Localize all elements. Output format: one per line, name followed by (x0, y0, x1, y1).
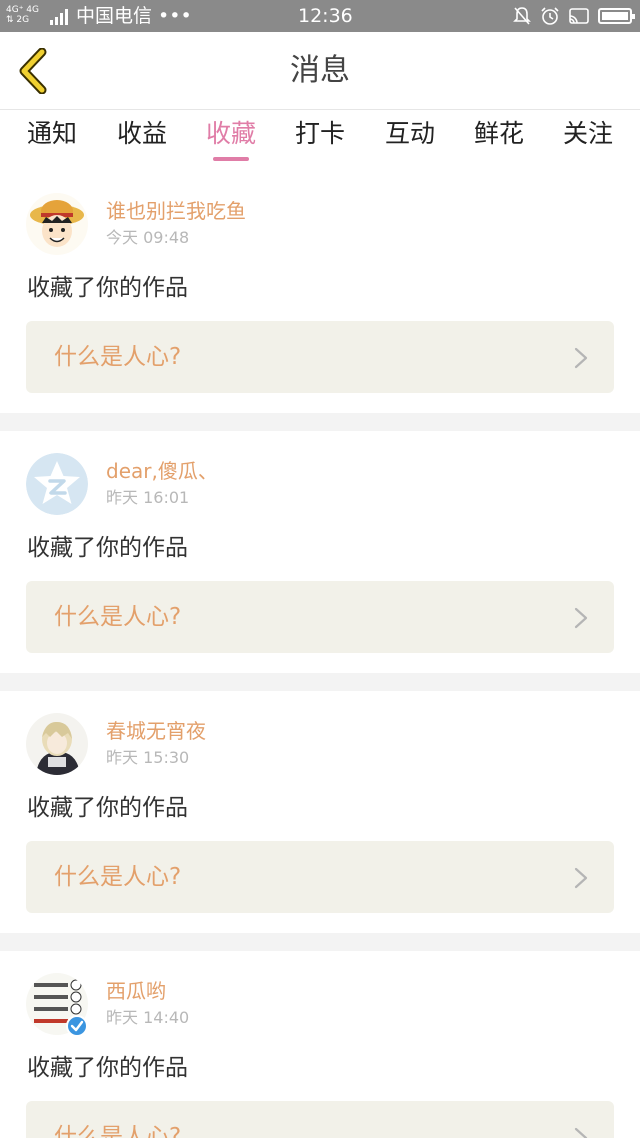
avatar[interactable] (26, 713, 88, 775)
tab-interaction[interactable]: 互动 (382, 117, 438, 161)
tab-earnings[interactable]: 收益 (114, 117, 170, 161)
network-type-bottom: ⇅ 2G (6, 15, 30, 25)
timestamp: 昨天 16:01 (106, 488, 190, 507)
list-item: 西瓜哟 昨天 14:40 收藏了你的作品 什么是人心? (0, 951, 640, 1138)
work-link[interactable]: 什么是人心? (26, 841, 614, 913)
tab-label: 鲜花 (473, 119, 524, 148)
default-star-avatar-icon (26, 453, 88, 515)
carrier-label: 中国电信 ••• (76, 5, 192, 27)
tab-label: 通知 (26, 119, 77, 148)
page-title: 消息 (290, 53, 350, 88)
status-time: 12:36 (298, 5, 353, 27)
tab-notification[interactable]: 通知 (24, 117, 80, 161)
chevron-right-icon (574, 867, 588, 889)
network-indicator: 4G⁺ 4G ⇅ 2G (6, 5, 46, 27)
bell-mute-icon (513, 7, 531, 25)
active-tab-indicator (213, 157, 249, 161)
tab-label: 收益 (116, 119, 167, 148)
avatar[interactable] (26, 193, 88, 255)
tab-flowers[interactable]: 鲜花 (471, 117, 527, 161)
work-title: 什么是人心? (54, 344, 182, 370)
tab-label: 打卡 (294, 119, 345, 148)
timestamp: 昨天 14:40 (106, 1008, 190, 1027)
timestamp: 今天 09:48 (106, 228, 190, 247)
username[interactable]: 春城无宵夜 (106, 717, 206, 745)
tab-label: 关注 (562, 119, 613, 148)
username[interactable]: dear,傻瓜、 (106, 457, 218, 485)
list-item: 春城无宵夜 昨天 15:30 收藏了你的作品 什么是人心? (0, 691, 640, 933)
tab-label: 互动 (384, 119, 435, 148)
work-title: 什么是人心? (54, 864, 182, 890)
divider (0, 413, 640, 431)
chevron-right-icon (574, 607, 588, 629)
verified-badge-icon (66, 1015, 88, 1037)
work-title: 什么是人心? (54, 1124, 182, 1138)
status-icons (512, 6, 635, 26)
tab-bar: 通知 收益 收藏 打卡 互动 鲜花 关注 (0, 111, 640, 171)
list-item: 谁也别拦我吃鱼 今天 09:48 收藏了你的作品 什么是人心? (0, 171, 640, 413)
chevron-right-icon (574, 347, 588, 369)
chevron-right-icon (574, 1127, 588, 1138)
work-link[interactable]: 什么是人心? (26, 1101, 614, 1138)
tab-checkin[interactable]: 打卡 (292, 117, 348, 161)
timestamp: 昨天 15:30 (106, 748, 190, 767)
status-bar: 4G⁺ 4G ⇅ 2G 中国电信 ••• 12:36 (0, 0, 640, 32)
username[interactable]: 西瓜哟 (106, 977, 166, 1005)
avatar[interactable] (26, 453, 88, 515)
action-text: 收藏了你的作品 (27, 535, 188, 561)
action-text: 收藏了你的作品 (27, 275, 188, 301)
cast-icon (569, 8, 589, 24)
cartoon-boy-avatar-icon (26, 193, 88, 255)
work-title: 什么是人心? (54, 604, 182, 630)
action-text: 收藏了你的作品 (27, 795, 188, 821)
work-link[interactable]: 什么是人心? (26, 321, 614, 393)
divider (0, 673, 640, 691)
alarm-icon (541, 7, 559, 25)
battery-icon (598, 8, 635, 24)
work-link[interactable]: 什么是人心? (26, 581, 614, 653)
tab-label: 收藏 (205, 119, 256, 148)
tab-favorites[interactable]: 收藏 (203, 117, 259, 161)
tab-following[interactable]: 关注 (560, 117, 616, 161)
action-text: 收藏了你的作品 (27, 1055, 188, 1081)
network-type-top: 4G⁺ 4G (6, 5, 40, 15)
signal-icon (50, 9, 70, 25)
anime-girl-avatar-icon (26, 713, 88, 775)
list-item: dear,傻瓜、 昨天 16:01 收藏了你的作品 什么是人心? (0, 431, 640, 673)
divider (0, 933, 640, 951)
nav-header: 消息 (0, 32, 640, 110)
username[interactable]: 谁也别拦我吃鱼 (106, 197, 246, 225)
